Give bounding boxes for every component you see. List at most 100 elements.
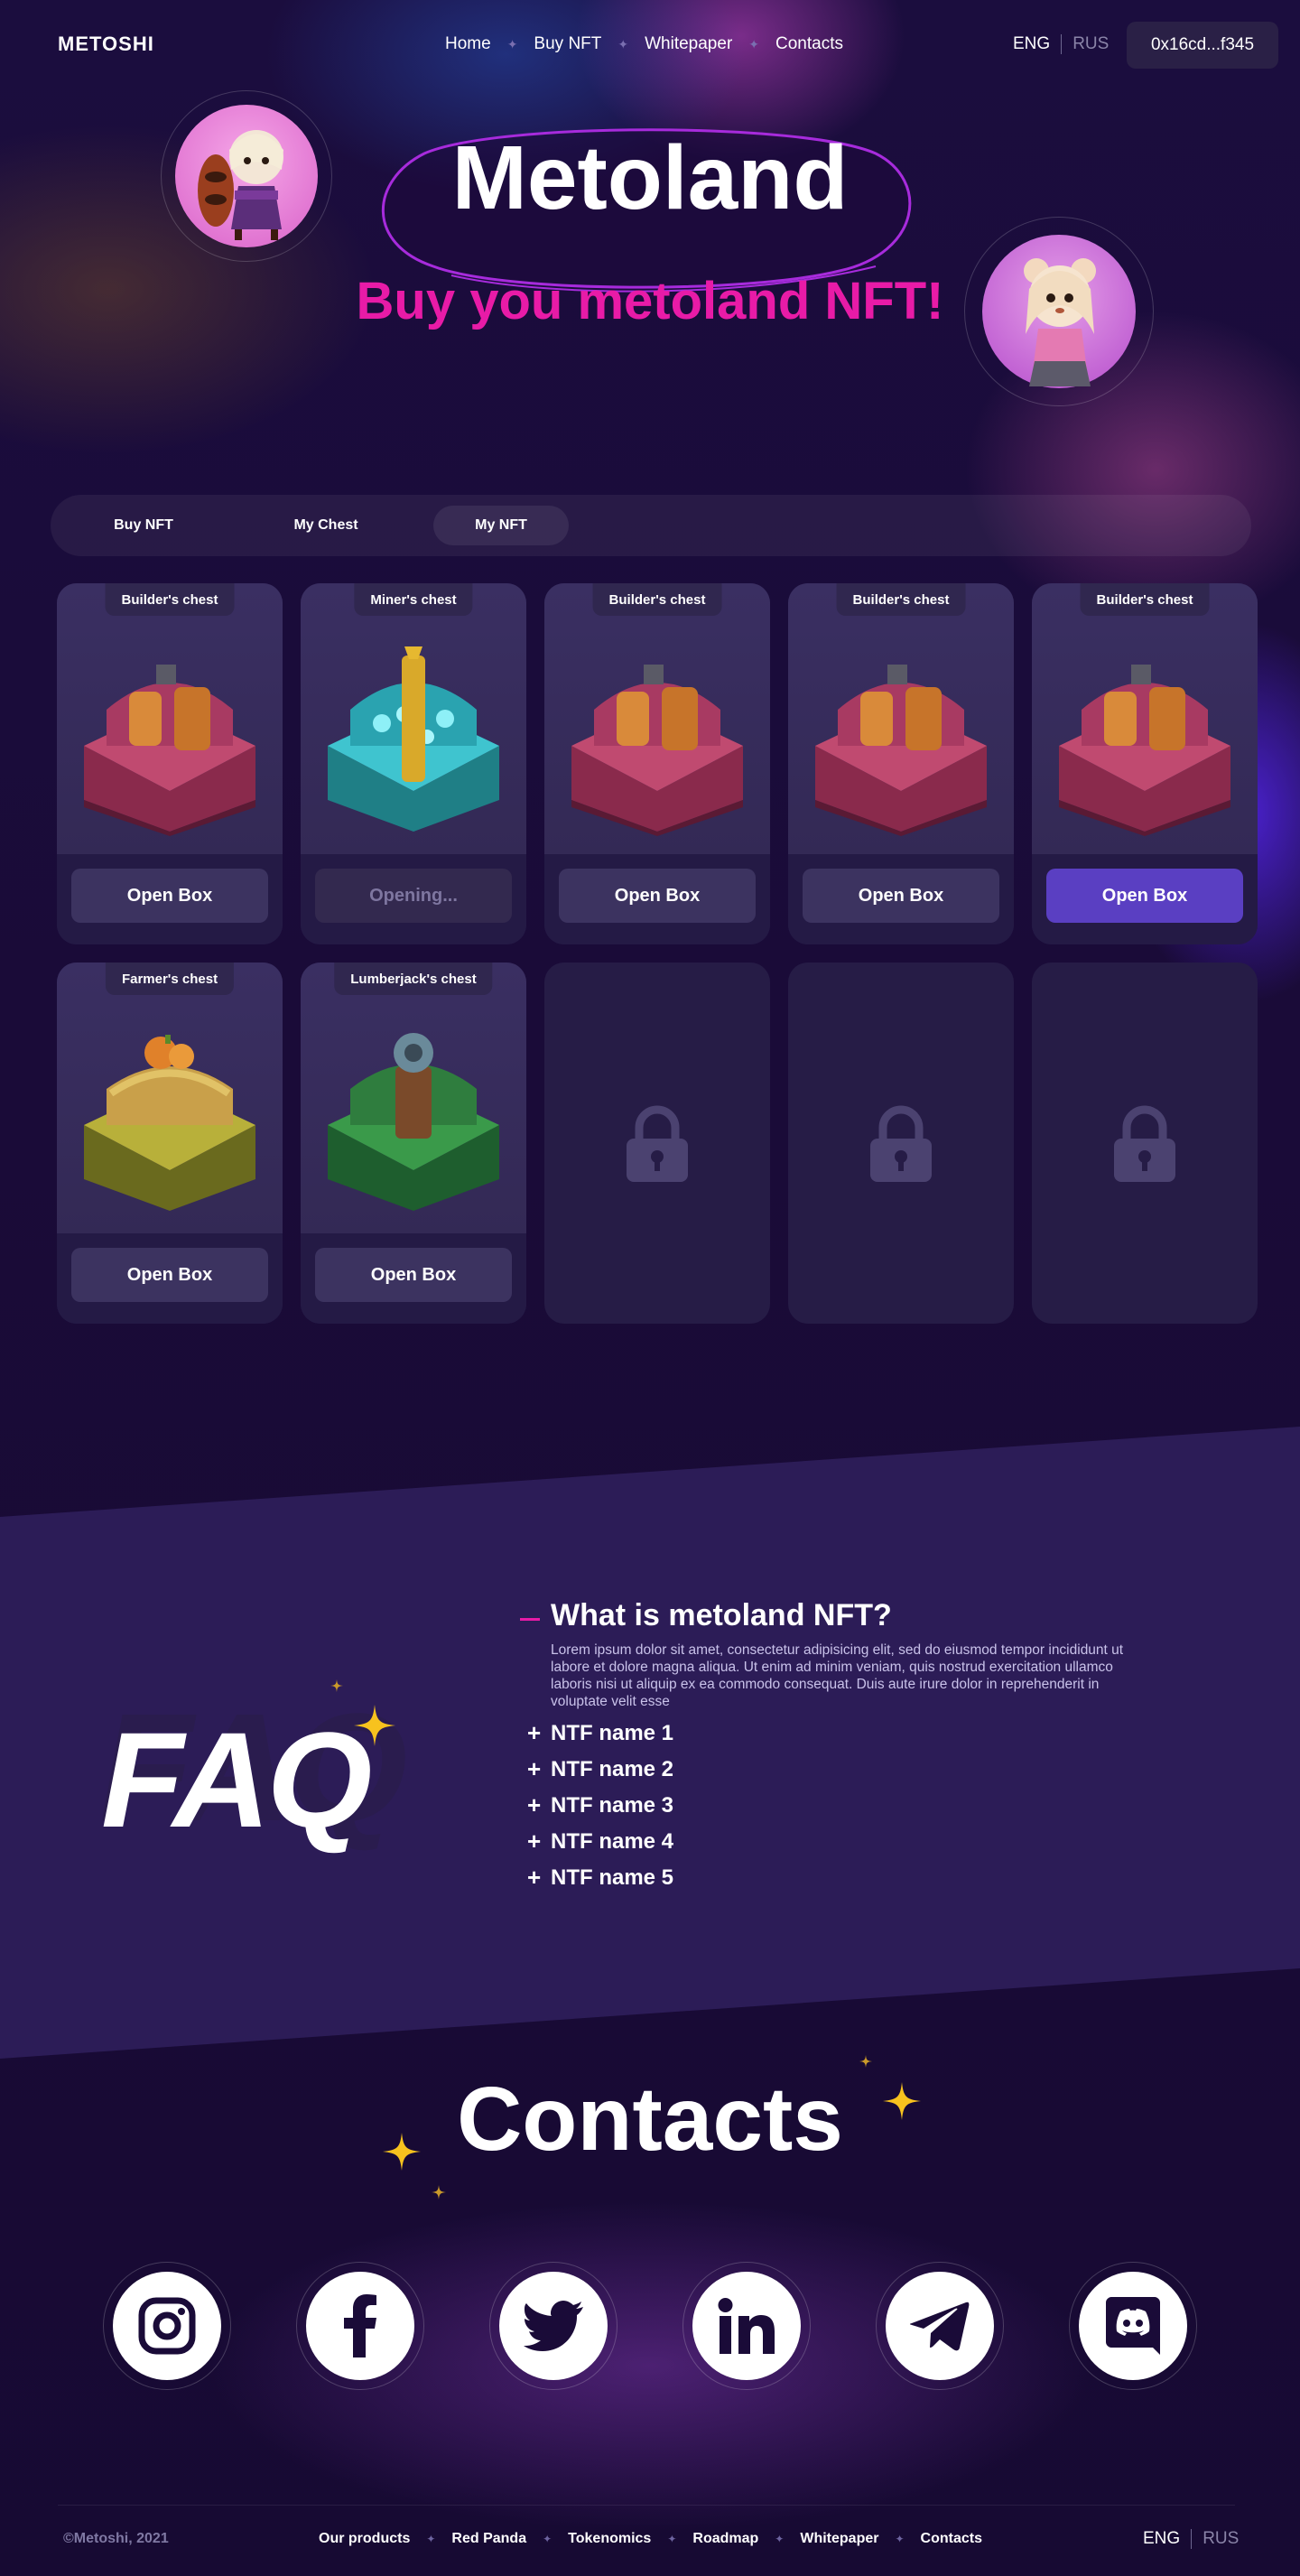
- faq-item[interactable]: NTF name 2: [551, 1757, 673, 1782]
- open-box-button[interactable]: Open Box: [559, 869, 756, 923]
- sparkle-icon: [859, 2055, 872, 2068]
- chest-name: Builder's chest: [1080, 583, 1210, 616]
- discord-link[interactable]: [1069, 2262, 1197, 2390]
- plus-icon[interactable]: +: [527, 1719, 541, 1747]
- lock-icon: [627, 1105, 688, 1182]
- discord-icon: [1079, 2272, 1187, 2380]
- plus-icon[interactable]: +: [527, 1755, 541, 1783]
- open-box-button[interactable]: Open Box: [71, 1248, 268, 1302]
- sparkle-icon: [432, 2185, 446, 2199]
- lang-eng[interactable]: ENG: [1143, 2529, 1180, 2549]
- open-box-button[interactable]: Open Box: [803, 869, 999, 923]
- panda-girl-avatar: [964, 217, 1154, 406]
- nav-contacts[interactable]: Contacts: [775, 34, 843, 54]
- faq-item[interactable]: NTF name 4: [551, 1829, 673, 1855]
- inventory-tabs: Buy NFT My Chest My NFT: [51, 495, 1251, 556]
- faq-heading: FAQ: [101, 1704, 372, 1855]
- footer-link-tokenomics[interactable]: Tokenomics: [568, 2531, 651, 2547]
- nav-buy-nft[interactable]: Buy NFT: [534, 34, 601, 54]
- builder-chest-icon: [84, 665, 255, 836]
- footer-language-switch: ENG RUS: [1143, 2529, 1239, 2549]
- lumberjack-chest-icon: [328, 1033, 499, 1211]
- facebook-link[interactable]: [296, 2262, 424, 2390]
- logo[interactable]: METOSHI: [58, 33, 154, 56]
- chest-card: Lumberjack's chest Open Box: [301, 963, 526, 1324]
- red-panda-girl-icon: [198, 130, 283, 240]
- chest-name: Lumberjack's chest: [334, 963, 493, 995]
- sparkle-icon: [883, 2082, 921, 2120]
- open-box-button[interactable]: Open Box: [71, 869, 268, 923]
- chest-card: Miner's chest Opening...: [301, 583, 526, 944]
- linkedin-link[interactable]: [682, 2262, 811, 2390]
- footer-link-whitepaper[interactable]: Whitepaper: [800, 2531, 878, 2547]
- plus-icon[interactable]: +: [527, 1827, 541, 1855]
- nav-separator-icon: ✦: [618, 36, 629, 51]
- faq-item[interactable]: NTF name 5: [551, 1865, 673, 1891]
- footer-divider: [58, 2505, 1235, 2506]
- nav-whitepaper[interactable]: Whitepaper: [645, 34, 732, 54]
- nav-separator-icon: ✦: [895, 2533, 905, 2545]
- linkedin-icon: [692, 2272, 801, 2380]
- footer-link-red-panda[interactable]: Red Panda: [451, 2531, 526, 2547]
- faq-item[interactable]: NTF name 3: [551, 1793, 673, 1818]
- nav-home[interactable]: Home: [445, 34, 491, 54]
- copyright: ©Metoshi, 2021: [63, 2531, 169, 2546]
- faq-collapse-icon[interactable]: [520, 1618, 540, 1621]
- lock-icon: [1114, 1105, 1175, 1182]
- nav-separator-icon: ✦: [506, 36, 518, 51]
- wallet-button[interactable]: 0x16cd...f345: [1127, 22, 1278, 69]
- facebook-icon: [306, 2272, 414, 2380]
- chest-name: Builder's chest: [836, 583, 966, 616]
- twitter-link[interactable]: [489, 2262, 618, 2390]
- faq-answer: Lorem ipsum dolor sit amet, consectetur …: [551, 1642, 1124, 1709]
- language-switch: ENG RUS: [1013, 34, 1109, 54]
- faq-item[interactable]: NTF name 1: [551, 1721, 673, 1746]
- lang-rus[interactable]: RUS: [1202, 2529, 1239, 2549]
- nav-separator-icon: ✦: [426, 2533, 436, 2545]
- chest-name: Builder's chest: [592, 583, 722, 616]
- header: METOSHI Home ✦ Buy NFT ✦ Whitepaper ✦ Co…: [0, 0, 1300, 90]
- instagram-icon: [113, 2272, 221, 2380]
- tab-buy-nft[interactable]: Buy NFT: [83, 506, 204, 545]
- lang-divider: [1061, 34, 1063, 54]
- chest-card: Builder's chest Open Box: [57, 583, 283, 944]
- footer-link-contacts[interactable]: Contacts: [921, 2531, 982, 2547]
- hero-title: Metoland: [451, 127, 849, 228]
- chest-name: Builder's chest: [105, 583, 235, 616]
- faq-question[interactable]: What is metoland NFT?: [551, 1598, 892, 1633]
- instagram-link[interactable]: [103, 2262, 231, 2390]
- lock-icon: [870, 1105, 932, 1182]
- twitter-icon: [499, 2272, 608, 2380]
- builder-chest-icon: [1059, 665, 1230, 836]
- footer-link-roadmap[interactable]: Roadmap: [692, 2531, 758, 2547]
- chest-card: Builder's chest Open Box: [544, 583, 770, 944]
- footer-nav: Our products ✦ Red Panda ✦ Tokenomics ✦ …: [319, 2531, 982, 2547]
- builder-chest-icon: [571, 665, 743, 836]
- plus-icon[interactable]: +: [527, 1791, 541, 1819]
- red-panda-avatar: [161, 90, 332, 262]
- nav-separator-icon: ✦: [748, 36, 760, 51]
- lang-eng[interactable]: ENG: [1013, 34, 1050, 54]
- nav-separator-icon: ✦: [775, 2533, 785, 2545]
- open-box-button[interactable]: Open Box: [1046, 869, 1243, 923]
- opening-button[interactable]: Opening...: [315, 869, 512, 923]
- locked-slot: [1032, 963, 1258, 1324]
- hero-subtitle: Buy you metoland NFT!: [356, 272, 944, 330]
- chest-name: Miner's chest: [354, 583, 473, 616]
- lang-divider: [1191, 2529, 1193, 2549]
- panda-girl-icon: [1024, 258, 1096, 386]
- chest-card: Farmer's chest Open Box: [57, 963, 283, 1324]
- lang-rus[interactable]: RUS: [1072, 34, 1109, 54]
- chest-card: Builder's chest Open Box: [1032, 583, 1258, 944]
- tab-my-nft[interactable]: My NFT: [433, 506, 569, 545]
- sparkle-icon: [354, 1705, 395, 1746]
- locked-slot: [544, 963, 770, 1324]
- telegram-link[interactable]: [876, 2262, 1004, 2390]
- open-box-button[interactable]: Open Box: [315, 1248, 512, 1302]
- plus-icon[interactable]: +: [527, 1864, 541, 1892]
- miner-chest-icon: [328, 646, 499, 832]
- tab-my-chest[interactable]: My Chest: [264, 506, 388, 545]
- nav-separator-icon: ✦: [543, 2533, 552, 2545]
- footer-link-our-products[interactable]: Our products: [319, 2531, 410, 2547]
- chest-name: Farmer's chest: [105, 963, 235, 995]
